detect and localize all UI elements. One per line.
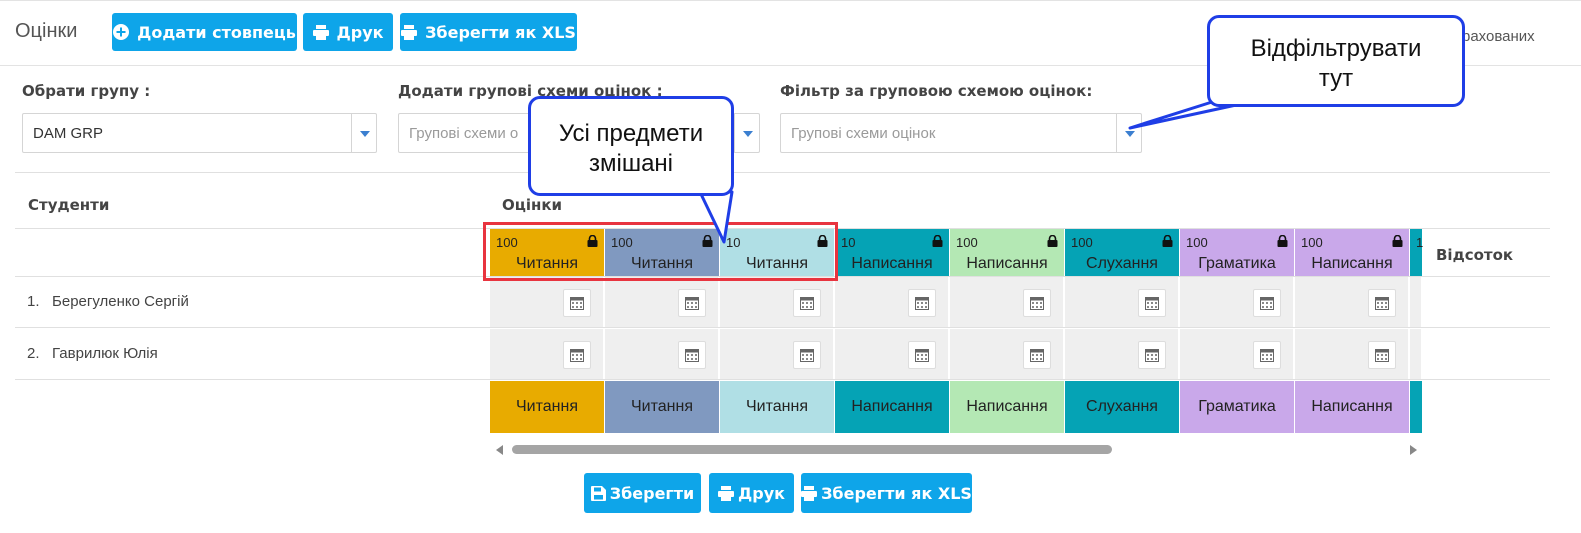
callout-filter-text: Відфільтрувати тут [1250, 35, 1422, 92]
callout-mixed-text: Усі предмети змішані [558, 120, 704, 177]
callout-filter: Відфільтрувати тут [1207, 15, 1465, 107]
callout-pointer-mixed [698, 190, 734, 244]
callout-mixed: Усі предмети змішані [528, 96, 734, 196]
